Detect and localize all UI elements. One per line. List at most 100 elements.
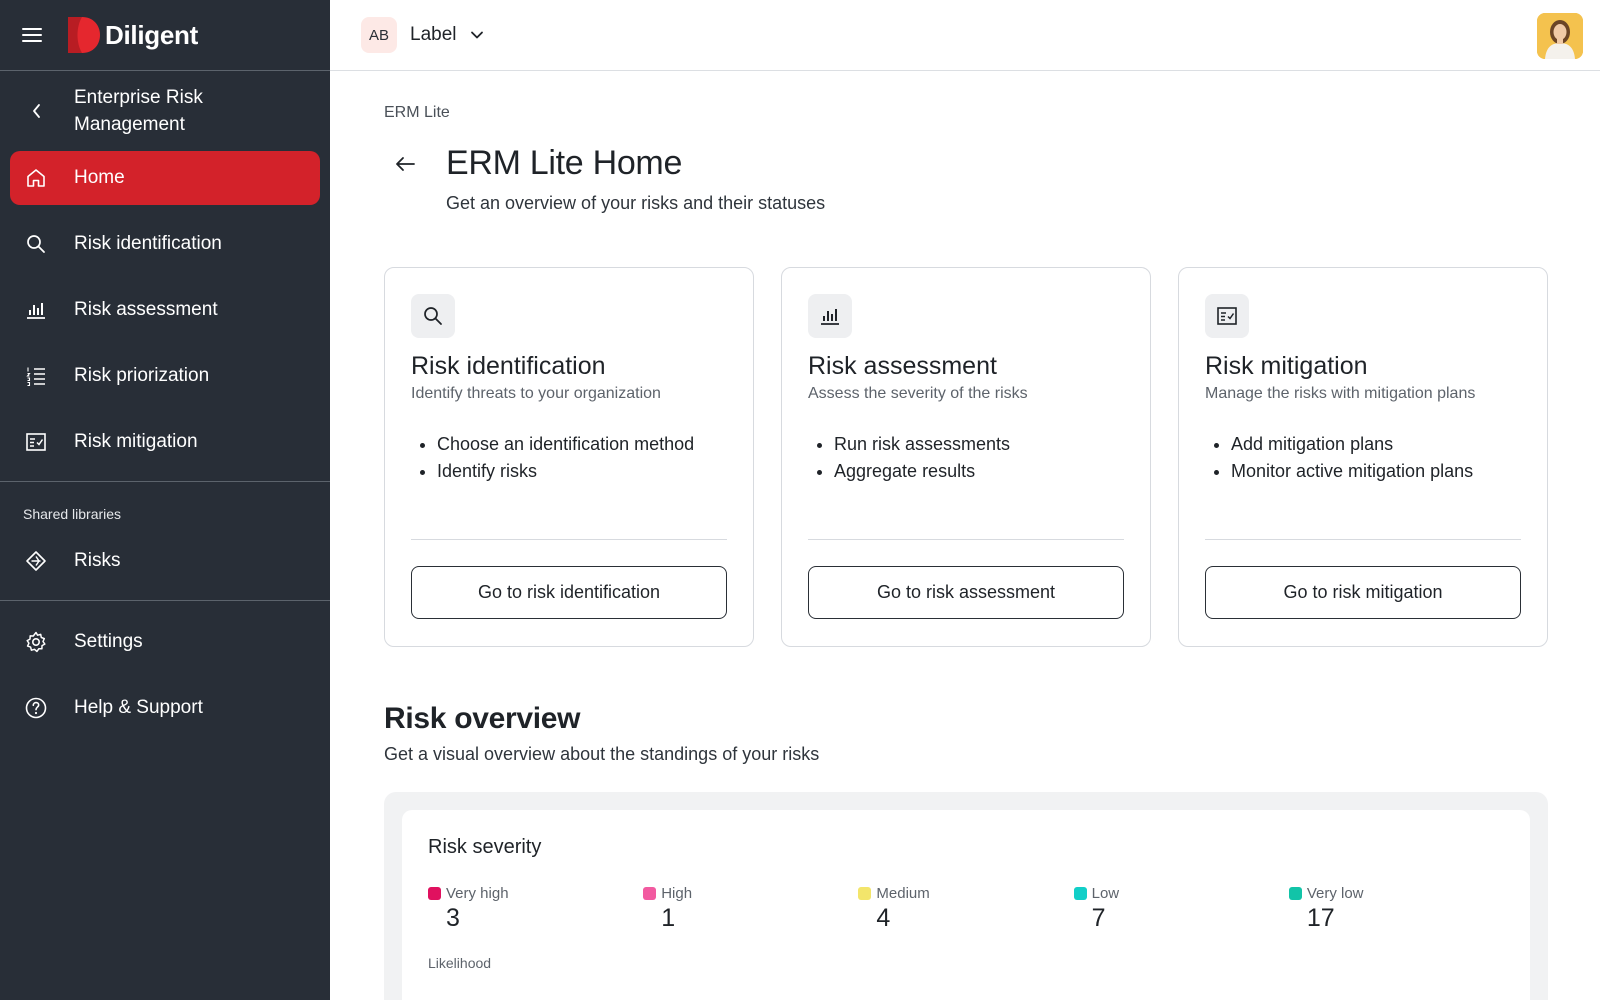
diligent-logo-icon [68, 17, 100, 53]
card-risk-assessment: Risk assessment Assess the severity of t… [781, 267, 1151, 647]
sidebar: Diligent Enterprise Risk Management Home… [0, 0, 330, 1000]
legend-count: 3 [446, 904, 460, 932]
card-title: Risk assessment [808, 352, 997, 380]
legend-label: Low [1091, 885, 1120, 902]
topbar: AB Label [330, 0, 1600, 71]
main-content: ERM Lite ERM Lite Home Get an overview o… [330, 71, 1600, 1000]
page-header: ERM Lite Home [384, 144, 1600, 183]
legend-label: High [661, 885, 693, 902]
legend-label: Medium [876, 885, 930, 902]
legend-count: 4 [876, 904, 891, 932]
numbered-list-icon [10, 365, 62, 387]
checklist-icon [1205, 294, 1249, 338]
module-header: Enterprise Risk Management [0, 71, 330, 151]
legend-item-high: High 1 [643, 885, 858, 933]
card-divider [1205, 539, 1521, 540]
list-item: Choose an identification method [437, 431, 727, 458]
list-item: Identify risks [437, 458, 727, 485]
gear-icon [10, 630, 62, 654]
legend-item-medium: Medium 4 [858, 885, 1073, 933]
legend-label: Very low [1306, 885, 1364, 902]
shared-libraries-heading: Shared libraries [23, 506, 122, 522]
go-to-risk-assessment-button[interactable]: Go to risk assessment [808, 566, 1124, 619]
sidebar-item-risk-mitigation[interactable]: Risk mitigation [10, 415, 320, 469]
card-divider [411, 539, 727, 540]
legend-count: 17 [1306, 904, 1335, 932]
card-title: Risk identification [411, 352, 606, 380]
card-description: Manage the risks with mitigation plans [1205, 385, 1476, 402]
page-subtitle: Get an overview of your risks and their … [446, 193, 826, 213]
severity-swatch [1288, 887, 1302, 900]
sidebar-item-risks[interactable]: Risks [10, 534, 320, 588]
sidebar-item-label: Home [74, 167, 125, 188]
legend-item-very-high: Very high 3 [428, 885, 643, 933]
severity-swatch [1073, 887, 1087, 900]
page-title: ERM Lite Home [446, 144, 683, 182]
severity-swatch [643, 887, 657, 900]
search-icon [411, 294, 455, 338]
card-risk-identification: Risk identification Identify threats to … [384, 267, 754, 647]
sidebar-item-label: Risk identification [74, 233, 222, 254]
go-to-risk-mitigation-button[interactable]: Go to risk mitigation [1205, 566, 1521, 619]
card-description: Assess the severity of the risks [808, 385, 1028, 402]
legend-item-low: Low 7 [1073, 885, 1289, 933]
chevron-down-icon[interactable] [469, 30, 485, 40]
severity-swatch [858, 887, 872, 900]
checklist-icon [10, 431, 62, 453]
card-bullet-list: Add mitigation plans Monitor active miti… [1205, 431, 1521, 485]
sidebar-item-label: Risks [74, 550, 121, 571]
arrow-left-icon[interactable] [394, 155, 440, 173]
list-item: Aggregate results [834, 458, 1124, 485]
risk-overview-title: Risk overview [384, 702, 581, 735]
home-icon [10, 167, 62, 189]
legend-count: 7 [1091, 904, 1106, 932]
bar-chart-icon [10, 299, 62, 321]
user-avatar[interactable] [1537, 13, 1583, 59]
sidebar-item-home[interactable]: Home [10, 151, 320, 205]
workflow-cards: Risk identification Identify threats to … [384, 267, 1600, 647]
module-title: Enterprise Risk Management [74, 87, 203, 135]
card-description: Identify threats to your organization [411, 385, 661, 402]
sidebar-item-risk-assessment[interactable]: Risk assessment [10, 283, 320, 337]
card-bullet-list: Run risk assessments Aggregate results [808, 431, 1124, 485]
search-icon [10, 233, 62, 255]
org-label[interactable]: Label [410, 24, 457, 46]
card-risk-mitigation: Risk mitigation Manage the risks with mi… [1178, 267, 1548, 647]
card-title: Risk mitigation [1205, 352, 1368, 380]
legend-label: Very high [446, 885, 509, 902]
sidebar-item-label: Help & Support [74, 697, 203, 718]
brand-name: Diligent [105, 19, 198, 50]
sidebar-item-settings[interactable]: Settings [10, 615, 320, 669]
breadcrumb[interactable]: ERM Lite [384, 104, 1600, 122]
help-circle-icon [10, 696, 62, 720]
card-divider [808, 539, 1124, 540]
hamburger-menu-icon[interactable] [22, 28, 42, 42]
org-initials-badge: AB [361, 17, 397, 53]
user-photo-icon [1537, 13, 1583, 59]
sidebar-header: Diligent [0, 0, 330, 71]
likelihood-axis-label: Likelihood [428, 955, 492, 971]
go-to-risk-identification-button[interactable]: Go to risk identification [411, 566, 727, 619]
legend-item-very-low: Very low 17 [1288, 885, 1504, 933]
severity-swatch [428, 887, 441, 900]
risk-severity-title: Risk severity [428, 836, 542, 858]
card-bullet-list: Choose an identification method Identify… [411, 431, 727, 485]
risk-severity-card: Risk severity Very high 3 High 1 Medium … [402, 810, 1530, 1000]
diamond-icon [10, 550, 62, 572]
sidebar-item-risk-identification[interactable]: Risk identification [10, 217, 320, 271]
sidebar-item-help-support[interactable]: Help & Support [10, 681, 320, 735]
sidebar-item-label: Settings [74, 631, 143, 652]
sidebar-item-label: Risk mitigation [74, 431, 198, 452]
sidebar-item-risk-priorization[interactable]: Risk priorization [10, 349, 320, 403]
list-item: Monitor active mitigation plans [1231, 458, 1521, 485]
brand-logo[interactable]: Diligent [68, 17, 198, 53]
sidebar-item-label: Risk assessment [74, 299, 218, 320]
list-item: Run risk assessments [834, 431, 1124, 458]
list-item: Add mitigation plans [1231, 431, 1521, 458]
sidebar-item-label: Risk priorization [74, 365, 210, 386]
legend-count: 1 [661, 904, 676, 932]
severity-legend: Very high 3 High 1 Medium 4 Low 7 Very l… [428, 885, 1504, 933]
module-back-button[interactable] [0, 103, 74, 119]
risk-overview-subtitle: Get a visual overview about the standing… [384, 744, 820, 764]
risk-overview-panel: Risk severity Very high 3 High 1 Medium … [384, 792, 1548, 1000]
